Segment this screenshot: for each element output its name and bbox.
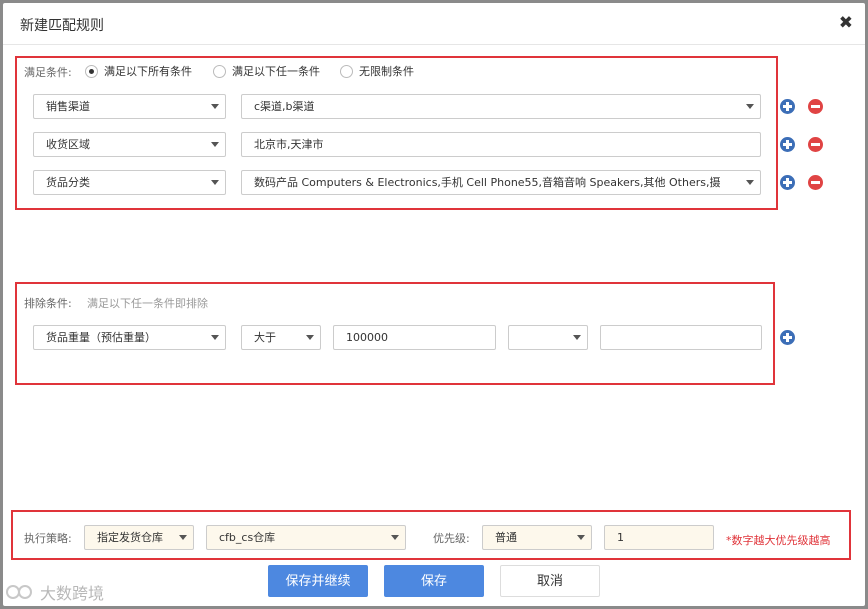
condition-field-select[interactable]: 收货区域 — [33, 132, 226, 157]
chevron-down-icon — [211, 104, 219, 109]
new-match-rule-dialog: 新建匹配规则 ✖ 满足条件: 满足以下所有条件 满足以下任一条件 无限制条件 销… — [3, 3, 865, 606]
close-icon[interactable]: ✖ — [839, 13, 853, 33]
watermark-logo-icon — [6, 583, 34, 601]
exclude-field-select[interactable]: 货品重量（预估重量） — [33, 325, 226, 350]
exclude-operator-select[interactable]: 大于 — [241, 325, 321, 350]
radio-no-limit[interactable]: 无限制条件 — [340, 63, 414, 79]
add-condition-icon[interactable] — [780, 99, 795, 114]
cancel-button[interactable]: 取消 — [500, 565, 600, 597]
exclude-field-value: 货品重量（预估重量） — [46, 331, 156, 344]
exclude-value-text: 100000 — [346, 331, 388, 344]
warehouse-select[interactable]: cfb_cs仓库 — [206, 525, 406, 550]
radio-label: 无限制条件 — [359, 65, 414, 78]
chevron-down-icon — [746, 180, 754, 185]
chevron-down-icon — [179, 535, 187, 540]
chevron-down-icon — [746, 104, 754, 109]
strategy-select[interactable]: 指定发货仓库 — [84, 525, 194, 550]
title-divider — [3, 44, 865, 45]
priority-hint: *数字越大优先级越高 — [726, 534, 831, 547]
chevron-down-icon — [306, 335, 314, 340]
match-conditions-label: 满足条件: — [24, 66, 72, 79]
exclude-operator-value: 大于 — [254, 331, 276, 344]
radio-circle — [213, 64, 226, 78]
priority-label: 优先级: — [433, 532, 470, 545]
add-condition-icon[interactable] — [780, 137, 795, 152]
strategy-select-value: 指定发货仓库 — [97, 531, 163, 544]
priority-select[interactable]: 普通 — [482, 525, 592, 550]
condition-field-value: 销售渠道 — [46, 100, 90, 113]
condition-field-value: 收货区域 — [46, 138, 90, 151]
remove-condition-icon[interactable] — [808, 175, 823, 190]
condition-value-text: 北京市,天津市 — [254, 138, 324, 151]
exclude-conditions-hint: 满足以下任一条件即排除 — [87, 297, 208, 310]
priority-input[interactable]: 1 — [604, 525, 714, 550]
condition-field-select[interactable]: 货品分类 — [33, 170, 226, 195]
chevron-down-icon — [573, 335, 581, 340]
condition-value-select[interactable]: 数码产品 Computers & Electronics,手机 Cell Pho… — [241, 170, 761, 195]
add-exclude-condition-icon[interactable] — [780, 330, 795, 345]
condition-value-input[interactable]: 北京市,天津市 — [241, 132, 761, 157]
remove-condition-icon[interactable] — [808, 137, 823, 152]
condition-field-value: 货品分类 — [46, 176, 90, 189]
priority-input-value: 1 — [617, 531, 624, 544]
chevron-down-icon — [211, 335, 219, 340]
save-button[interactable]: 保存 — [384, 565, 484, 597]
dialog-title: 新建匹配规则 — [20, 18, 104, 34]
condition-value-text: 数码产品 Computers & Electronics,手机 Cell Pho… — [254, 176, 721, 189]
exclude-value-input[interactable]: 100000 — [333, 325, 496, 350]
radio-circle — [340, 64, 353, 78]
exclude-unit-select[interactable] — [508, 325, 588, 350]
priority-select-value: 普通 — [495, 531, 517, 544]
condition-field-select[interactable]: 销售渠道 — [33, 94, 226, 119]
chevron-down-icon — [211, 180, 219, 185]
exclude-conditions-label: 排除条件: — [24, 297, 72, 310]
condition-value-select[interactable]: c渠道,b渠道 — [241, 94, 761, 119]
chevron-down-icon — [211, 142, 219, 147]
chevron-down-icon — [391, 535, 399, 540]
watermark: 大数跨境 — [6, 580, 104, 604]
radio-label: 满足以下任一条件 — [232, 65, 320, 78]
save-and-continue-button[interactable]: 保存并继续 — [268, 565, 368, 597]
remove-condition-icon[interactable] — [808, 99, 823, 114]
chevron-down-icon — [577, 535, 585, 540]
radio-circle — [85, 64, 98, 78]
radio-label: 满足以下所有条件 — [104, 65, 192, 78]
warehouse-select-value: cfb_cs仓库 — [219, 531, 276, 544]
radio-match-any[interactable]: 满足以下任一条件 — [213, 63, 320, 79]
add-condition-icon[interactable] — [780, 175, 795, 190]
radio-match-all[interactable]: 满足以下所有条件 — [85, 63, 192, 79]
watermark-text: 大数跨境 — [40, 584, 105, 603]
condition-value-text: c渠道,b渠道 — [254, 100, 315, 113]
strategy-label: 执行策略: — [24, 532, 72, 545]
exclude-extra-input[interactable] — [600, 325, 762, 350]
